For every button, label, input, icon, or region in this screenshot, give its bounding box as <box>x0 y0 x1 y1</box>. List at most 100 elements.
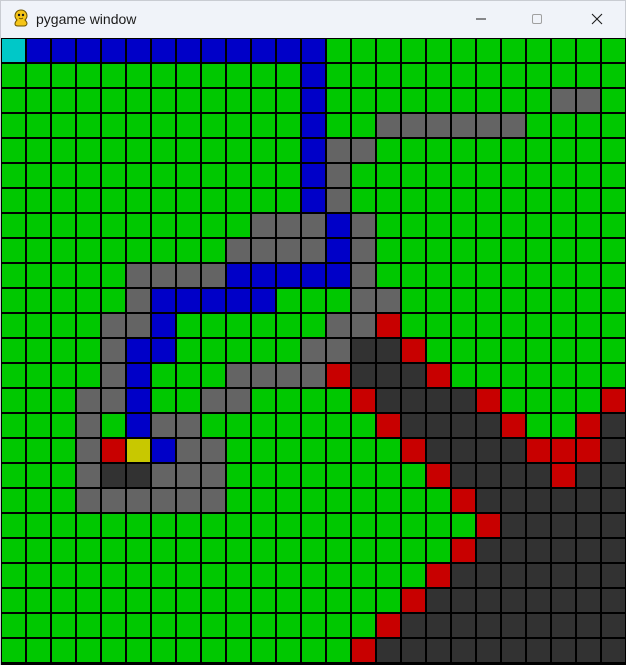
pathfinding-grid[interactable] <box>1 38 626 665</box>
grid-cell-open[interactable] <box>52 264 75 287</box>
grid-cell-open[interactable] <box>277 439 300 462</box>
grid-cell-visited[interactable] <box>227 364 250 387</box>
grid-cell-open[interactable] <box>402 264 425 287</box>
grid-cell-open[interactable] <box>27 639 50 662</box>
grid-cell-open[interactable] <box>277 614 300 637</box>
grid-cell-open[interactable] <box>577 314 600 337</box>
grid-cell-open[interactable] <box>502 239 525 262</box>
grid-cell-open[interactable] <box>52 64 75 87</box>
grid-cell-path[interactable] <box>327 214 350 237</box>
grid-cell-open[interactable] <box>277 139 300 162</box>
grid-cell-path[interactable] <box>127 414 150 437</box>
grid-cell-open[interactable] <box>102 239 125 262</box>
grid-cell-open[interactable] <box>2 239 25 262</box>
grid-cell-open[interactable] <box>77 139 100 162</box>
grid-cell-frontier[interactable] <box>452 539 475 562</box>
grid-cell-open[interactable] <box>52 414 75 437</box>
grid-cell-open[interactable] <box>77 89 100 112</box>
grid-cell-wall[interactable] <box>502 439 525 462</box>
grid-cell-visited[interactable] <box>127 264 150 287</box>
grid-cell-visited[interactable] <box>252 214 275 237</box>
grid-cell-open[interactable] <box>227 489 250 512</box>
grid-cell-visited[interactable] <box>277 239 300 262</box>
grid-cell-frontier[interactable] <box>577 414 600 437</box>
grid-cell-open[interactable] <box>127 214 150 237</box>
grid-cell-wall[interactable] <box>502 489 525 512</box>
grid-cell-open[interactable] <box>377 264 400 287</box>
grid-cell-open[interactable] <box>2 539 25 562</box>
grid-cell-open[interactable] <box>77 289 100 312</box>
grid-cell-open[interactable] <box>277 289 300 312</box>
grid-cell-open[interactable] <box>277 114 300 137</box>
grid-cell-open[interactable] <box>127 189 150 212</box>
grid-cell-open[interactable] <box>152 139 175 162</box>
grid-cell-open[interactable] <box>52 164 75 187</box>
grid-cell-visited[interactable] <box>352 214 375 237</box>
grid-cell-visited[interactable] <box>202 264 225 287</box>
grid-cell-open[interactable] <box>402 164 425 187</box>
grid-cell-path[interactable] <box>227 39 250 62</box>
grid-cell-open[interactable] <box>52 389 75 412</box>
grid-cell-open[interactable] <box>602 64 625 87</box>
grid-cell-wall[interactable] <box>452 464 475 487</box>
grid-cell-wall[interactable] <box>552 614 575 637</box>
grid-cell-open[interactable] <box>377 589 400 612</box>
grid-cell-path[interactable] <box>302 39 325 62</box>
grid-cell-visited[interactable] <box>77 464 100 487</box>
grid-cell-open[interactable] <box>27 264 50 287</box>
grid-cell-start[interactable] <box>2 39 25 62</box>
grid-cell-frontier[interactable] <box>327 364 350 387</box>
grid-cell-visited[interactable] <box>352 239 375 262</box>
grid-cell-open[interactable] <box>27 614 50 637</box>
grid-cell-open[interactable] <box>227 439 250 462</box>
grid-cell-visited[interactable] <box>277 364 300 387</box>
grid-cell-open[interactable] <box>52 214 75 237</box>
grid-cell-open[interactable] <box>102 214 125 237</box>
grid-cell-open[interactable] <box>77 114 100 137</box>
grid-cell-open[interactable] <box>502 139 525 162</box>
grid-cell-open[interactable] <box>127 89 150 112</box>
grid-cell-open[interactable] <box>452 314 475 337</box>
grid-cell-wall[interactable] <box>577 564 600 587</box>
grid-cell-open[interactable] <box>277 464 300 487</box>
grid-cell-open[interactable] <box>152 189 175 212</box>
grid-cell-open[interactable] <box>402 89 425 112</box>
grid-cell-open[interactable] <box>452 364 475 387</box>
grid-cell-open[interactable] <box>577 39 600 62</box>
grid-cell-wall[interactable] <box>502 514 525 537</box>
grid-cell-open[interactable] <box>527 314 550 337</box>
grid-cell-open[interactable] <box>77 639 100 662</box>
grid-cell-frontier[interactable] <box>602 389 625 412</box>
grid-cell-path[interactable] <box>52 39 75 62</box>
grid-cell-open[interactable] <box>502 289 525 312</box>
grid-cell-open[interactable] <box>602 339 625 362</box>
grid-cell-open[interactable] <box>527 239 550 262</box>
grid-cell-open[interactable] <box>102 614 125 637</box>
grid-cell-wall[interactable] <box>477 464 500 487</box>
grid-cell-wall[interactable] <box>377 339 400 362</box>
grid-cell-frontier[interactable] <box>477 389 500 412</box>
grid-cell-open[interactable] <box>377 39 400 62</box>
grid-cell-open[interactable] <box>277 564 300 587</box>
grid-cell-path[interactable] <box>227 289 250 312</box>
grid-cell-open[interactable] <box>27 89 50 112</box>
grid-cell-path[interactable] <box>327 239 350 262</box>
grid-cell-open[interactable] <box>602 364 625 387</box>
grid-cell-open[interactable] <box>277 89 300 112</box>
grid-cell-wall[interactable] <box>577 614 600 637</box>
grid-cell-visited[interactable] <box>577 89 600 112</box>
grid-cell-open[interactable] <box>252 614 275 637</box>
grid-cell-open[interactable] <box>377 214 400 237</box>
grid-cell-open[interactable] <box>27 439 50 462</box>
grid-cell-open[interactable] <box>227 189 250 212</box>
grid-cell-open[interactable] <box>402 514 425 537</box>
grid-cell-open[interactable] <box>152 614 175 637</box>
grid-cell-wall[interactable] <box>477 564 500 587</box>
grid-cell-open[interactable] <box>527 339 550 362</box>
grid-cell-open[interactable] <box>352 114 375 137</box>
grid-cell-open[interactable] <box>227 164 250 187</box>
grid-cell-open[interactable] <box>102 114 125 137</box>
game-canvas[interactable] <box>1 38 626 665</box>
grid-cell-open[interactable] <box>527 189 550 212</box>
grid-cell-visited[interactable] <box>377 289 400 312</box>
